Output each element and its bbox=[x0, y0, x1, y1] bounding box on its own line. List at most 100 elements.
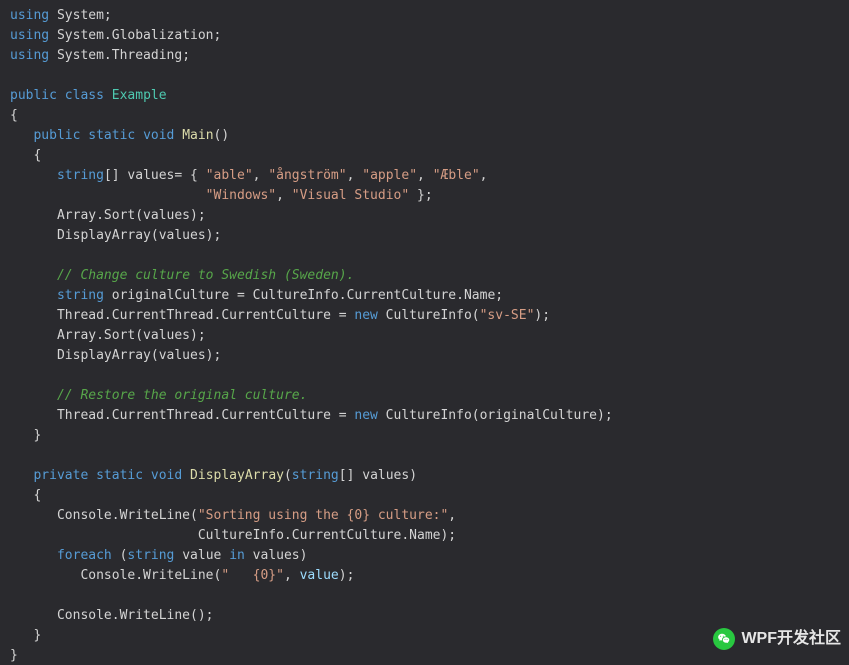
token-plain: System.Globalization; bbox=[49, 28, 221, 43]
token-comment: // Restore the original culture. bbox=[57, 388, 307, 403]
code-line: foreach (string value in values) bbox=[10, 548, 307, 563]
code-line: Array.Sort(values); bbox=[10, 208, 206, 223]
token-kw: foreach bbox=[57, 548, 112, 563]
token-plain bbox=[135, 128, 143, 143]
token-kw: void bbox=[143, 128, 174, 143]
watermark-text: WPF开发社区 bbox=[741, 629, 841, 649]
token-plain bbox=[143, 468, 151, 483]
token-plain bbox=[57, 88, 65, 103]
code-line: Array.Sort(values); bbox=[10, 328, 206, 343]
token-plain: } bbox=[10, 628, 41, 643]
token-plain: ); bbox=[339, 568, 355, 583]
token-plain: () bbox=[214, 128, 230, 143]
token-kw: void bbox=[151, 468, 182, 483]
watermark-overlay: WPF开发社区 bbox=[713, 628, 841, 650]
token-plain: DisplayArray(values); bbox=[10, 348, 221, 363]
token-type: Example bbox=[112, 88, 167, 103]
token-str: "ångström" bbox=[268, 168, 346, 183]
code-line: string[] values= { "able", "ångström", "… bbox=[10, 168, 488, 183]
token-plain bbox=[10, 388, 57, 403]
token-plain: Console.WriteLine(); bbox=[10, 608, 214, 623]
code-line: public class Example bbox=[10, 88, 167, 103]
token-plain: CultureInfo.CurrentCulture.Name); bbox=[10, 528, 456, 543]
token-kw: string bbox=[292, 468, 339, 483]
token-plain: , bbox=[448, 508, 456, 523]
token-plain: Array.Sort(values); bbox=[10, 328, 206, 343]
token-kw: static bbox=[88, 128, 135, 143]
token-plain bbox=[10, 468, 33, 483]
token-kw: private bbox=[33, 468, 88, 483]
code-line: } bbox=[10, 428, 41, 443]
token-plain: [] values) bbox=[339, 468, 417, 483]
token-plain: CultureInfo( bbox=[378, 308, 480, 323]
token-plain bbox=[10, 128, 33, 143]
token-str: "able" bbox=[206, 168, 253, 183]
token-plain: }; bbox=[409, 188, 432, 203]
wechat-icon bbox=[713, 628, 735, 650]
token-plain: , bbox=[480, 168, 488, 183]
token-fn: Main bbox=[182, 128, 213, 143]
token-plain: [] values= { bbox=[104, 168, 206, 183]
token-plain bbox=[10, 548, 57, 563]
token-kw: public bbox=[33, 128, 80, 143]
token-plain bbox=[182, 468, 190, 483]
token-plain bbox=[88, 468, 96, 483]
token-kw: public bbox=[10, 88, 57, 103]
token-plain: { bbox=[10, 108, 18, 123]
code-line: "Windows", "Visual Studio" }; bbox=[10, 188, 433, 203]
code-line: // Restore the original culture. bbox=[10, 388, 307, 403]
token-plain: , bbox=[417, 168, 433, 183]
code-line: string originalCulture = CultureInfo.Cur… bbox=[10, 288, 503, 303]
code-line: DisplayArray(values); bbox=[10, 228, 221, 243]
token-plain bbox=[10, 288, 57, 303]
code-line: } bbox=[10, 648, 18, 663]
token-plain: , bbox=[276, 188, 292, 203]
code-line: using System.Threading; bbox=[10, 48, 190, 63]
token-str: "Sorting using the {0} culture:" bbox=[198, 508, 448, 523]
token-str: "Windows" bbox=[206, 188, 276, 203]
token-plain: ); bbox=[534, 308, 550, 323]
code-line: using System.Globalization; bbox=[10, 28, 221, 43]
token-plain: Thread.CurrentThread.CurrentCulture = bbox=[10, 408, 354, 423]
code-line: // Change culture to Swedish (Sweden). bbox=[10, 268, 354, 283]
code-line: { bbox=[10, 488, 41, 503]
token-plain: ( bbox=[112, 548, 128, 563]
token-plain bbox=[10, 268, 57, 283]
token-plain: System; bbox=[49, 8, 112, 23]
token-plain bbox=[104, 88, 112, 103]
token-kw: using bbox=[10, 28, 49, 43]
token-plain: ( bbox=[284, 468, 292, 483]
token-plain: DisplayArray(values); bbox=[10, 228, 221, 243]
token-id: value bbox=[300, 568, 339, 583]
token-kw: string bbox=[57, 288, 104, 303]
token-plain: Array.Sort(values); bbox=[10, 208, 206, 223]
token-kw: in bbox=[229, 548, 245, 563]
token-str: "sv-SE" bbox=[480, 308, 535, 323]
code-line: CultureInfo.CurrentCulture.Name); bbox=[10, 528, 456, 543]
code-line: Console.WriteLine(); bbox=[10, 608, 214, 623]
token-plain: Console.WriteLine( bbox=[10, 568, 221, 583]
token-plain: values) bbox=[245, 548, 308, 563]
token-plain: , bbox=[253, 168, 269, 183]
code-line: public static void Main() bbox=[10, 128, 229, 143]
token-kw: new bbox=[354, 308, 377, 323]
code-line: using System; bbox=[10, 8, 112, 23]
code-line: private static void DisplayArray(string[… bbox=[10, 468, 417, 483]
token-kw: using bbox=[10, 8, 49, 23]
code-line: Console.WriteLine("Sorting using the {0}… bbox=[10, 508, 456, 523]
token-plain bbox=[10, 168, 57, 183]
token-str: "Visual Studio" bbox=[292, 188, 409, 203]
code-line: DisplayArray(values); bbox=[10, 348, 221, 363]
token-str: "Æble" bbox=[433, 168, 480, 183]
code-line: { bbox=[10, 148, 41, 163]
code-line: Thread.CurrentThread.CurrentCulture = ne… bbox=[10, 408, 613, 423]
token-fn: DisplayArray bbox=[190, 468, 284, 483]
token-plain: { bbox=[10, 488, 41, 503]
token-kw: class bbox=[65, 88, 104, 103]
token-plain: { bbox=[10, 148, 41, 163]
token-plain: } bbox=[10, 428, 41, 443]
token-plain: , bbox=[347, 168, 363, 183]
token-plain: System.Threading; bbox=[49, 48, 190, 63]
code-line: Thread.CurrentThread.CurrentCulture = ne… bbox=[10, 308, 550, 323]
token-kw: new bbox=[354, 408, 377, 423]
